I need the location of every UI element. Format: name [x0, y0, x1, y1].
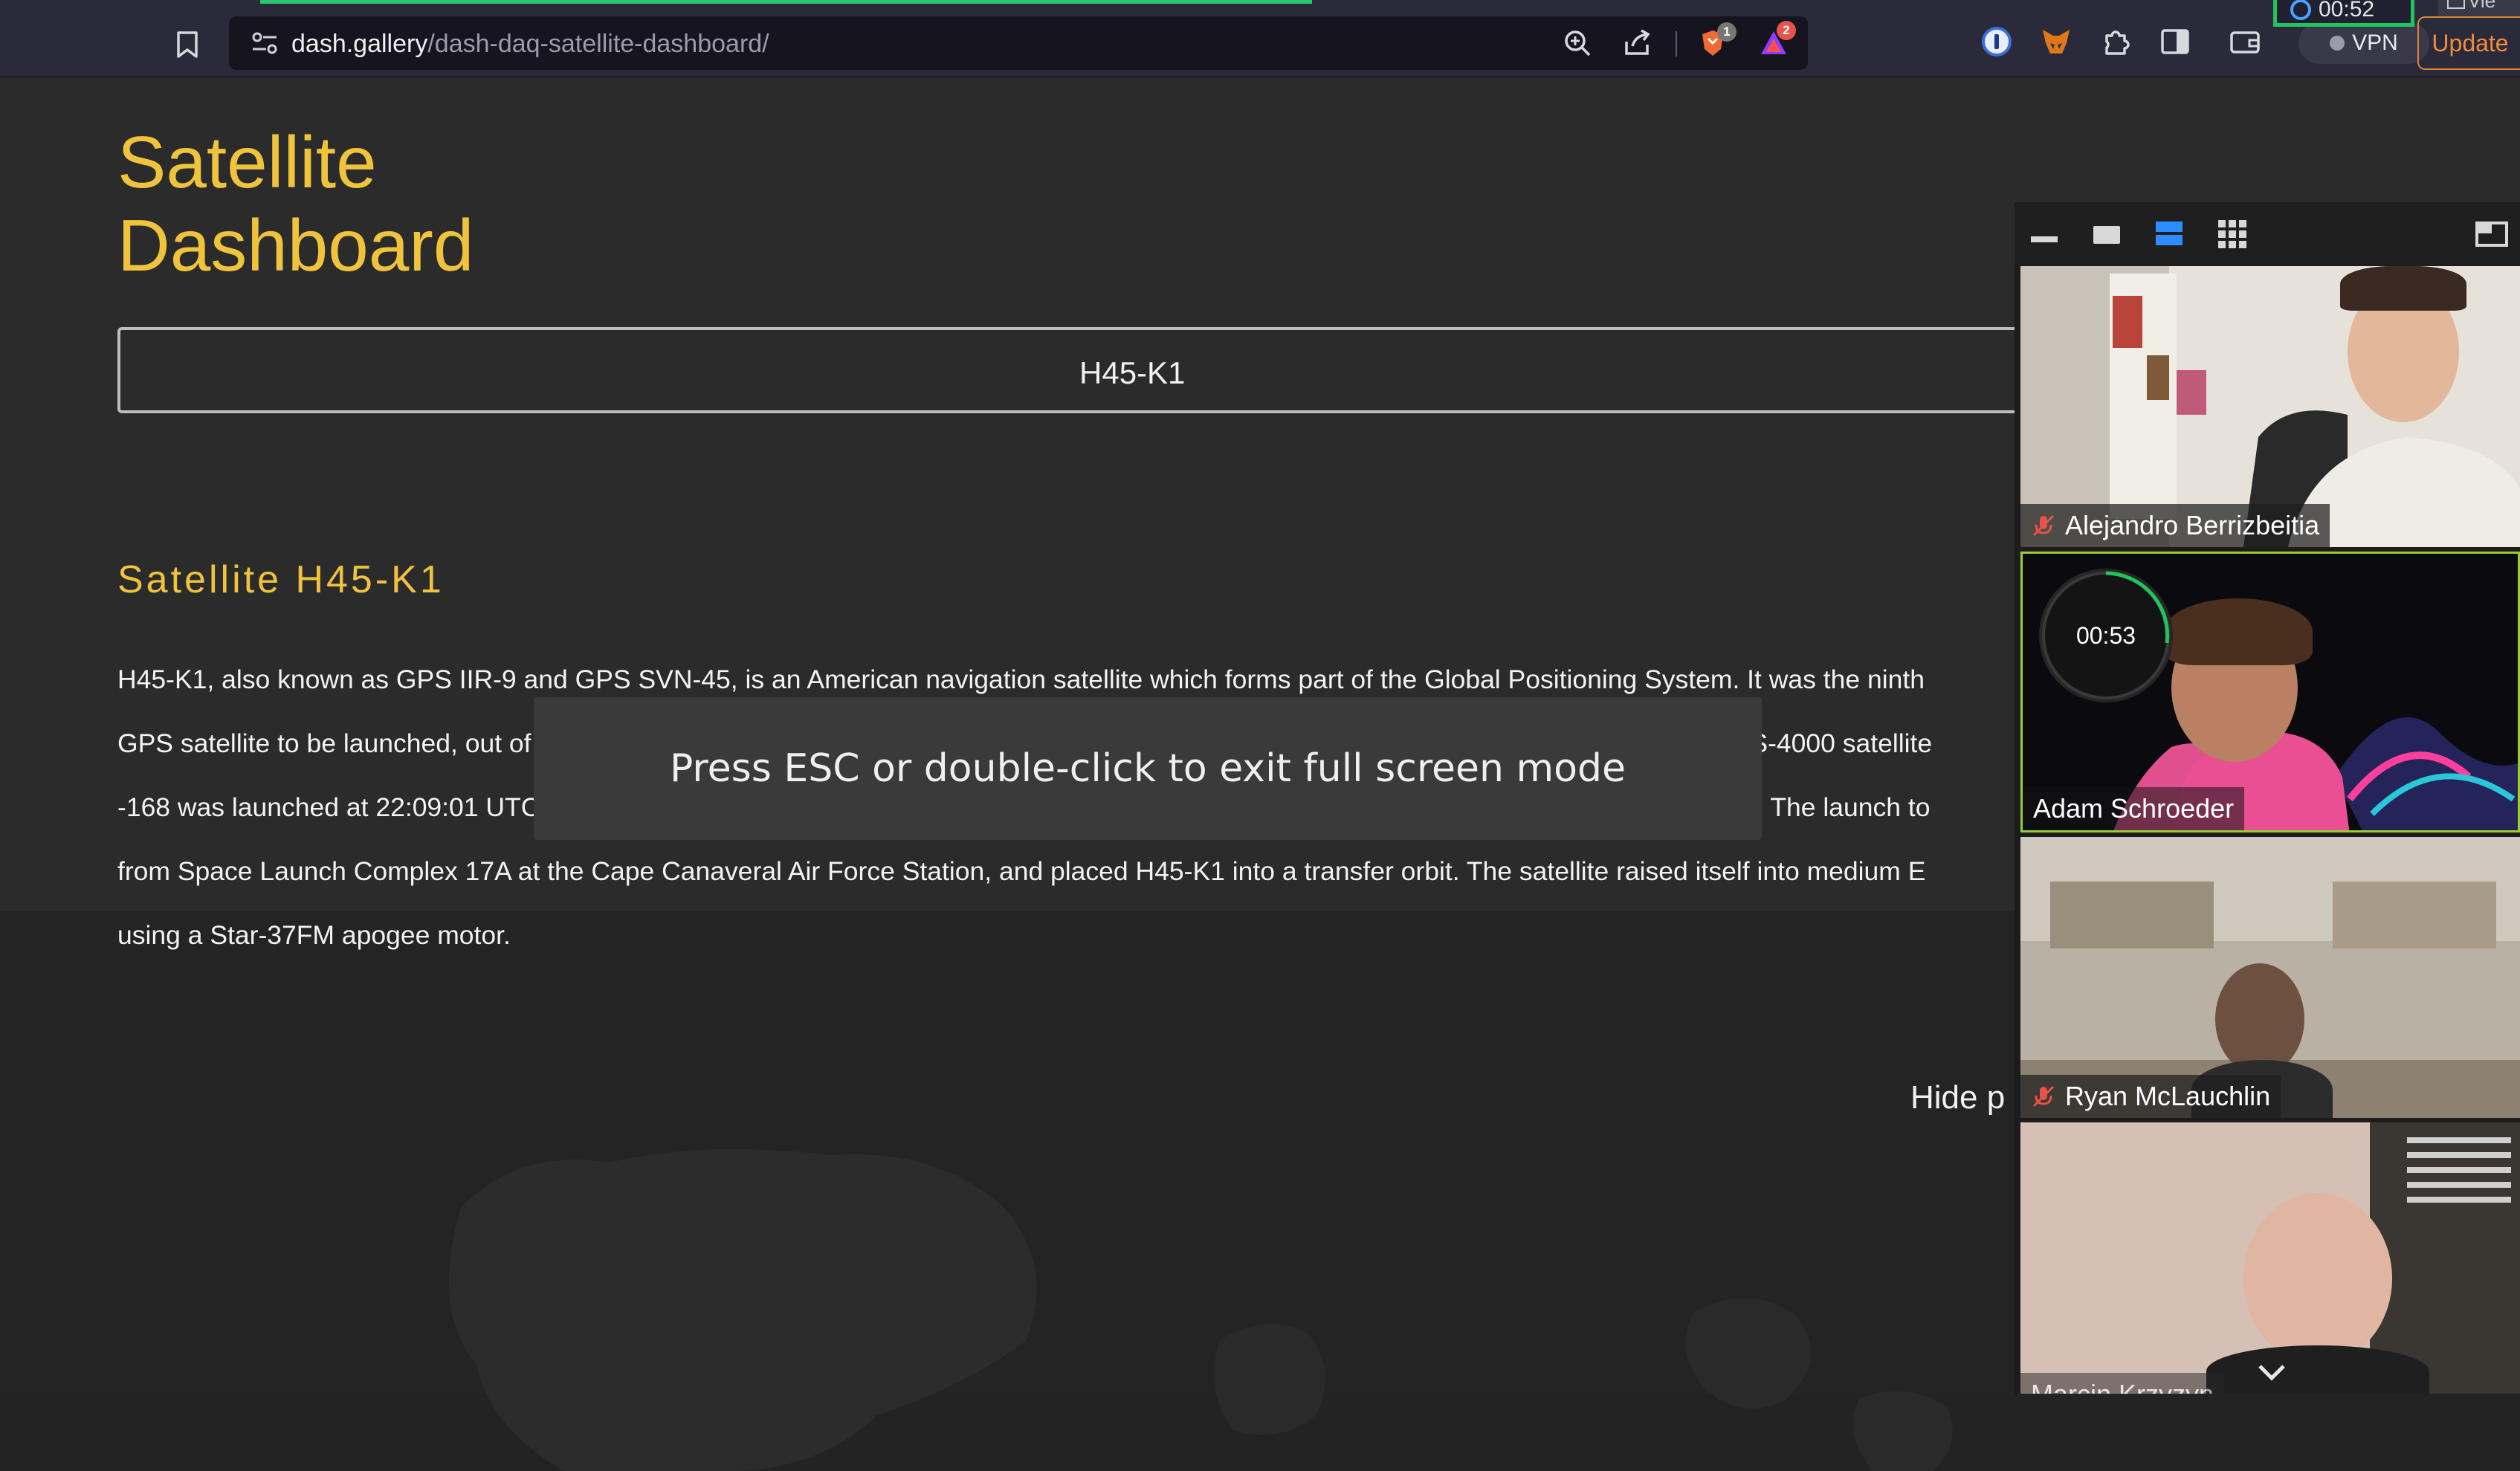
participant-name-label: Ryan McLauchlin — [2020, 1075, 2281, 1118]
participant-name: Ryan McLauchlin — [2065, 1081, 2271, 1111]
participant-name-label: Alejandro Berrizbeitia — [2020, 504, 2330, 547]
participant-tile[interactable]: Ryan McLauchlin — [2020, 837, 2520, 1118]
satellite-dropdown-value: H45-K1 — [1079, 355, 1186, 390]
divider — [1676, 31, 1677, 56]
view-tab[interactable]: Vie — [2438, 0, 2520, 16]
recording-timer[interactable]: 00:52 — [2273, 0, 2414, 27]
participant-name: Marcin Krzyzyn — [2031, 1379, 2214, 1394]
recording-timer-text: 00:52 — [2319, 0, 2375, 22]
participant-name: Adam Schroeder — [2033, 793, 2235, 824]
fullscreen-notice: Press ESC or double-click to exit full s… — [534, 697, 1762, 840]
participant-hair — [2164, 598, 2313, 665]
wallet-icon[interactable] — [2229, 25, 2261, 58]
call-timer-text: 00:53 — [2075, 621, 2136, 649]
video-call-panel: Alejandro Berrizbeitia 00:53 Adam Schroe… — [2015, 202, 2520, 1394]
world-map — [449, 1149, 1953, 1471]
share-icon[interactable] — [1622, 28, 1652, 58]
participant-tile[interactable]: Marcin Krzyzyn — [2020, 1122, 2520, 1394]
vpn-status-icon — [2330, 36, 2345, 51]
zoom-icon[interactable] — [1563, 28, 1592, 58]
participant-tile[interactable]: Alejandro Berrizbeitia — [2020, 266, 2520, 547]
address-bar[interactable]: dash.gallery/dash-daq-satellite-dashboar… — [229, 16, 1808, 70]
page-title-line-1: Satellite — [117, 121, 377, 203]
recording-icon — [2290, 0, 2311, 20]
grid-view-icon[interactable] — [2214, 216, 2252, 254]
sidebar-toggle-icon[interactable] — [2159, 25, 2191, 58]
url-host: dash.gallery — [291, 30, 428, 58]
metamask-fox-icon[interactable] — [2040, 25, 2072, 58]
call-view-toolbar — [2015, 202, 2520, 265]
page-title-line-2: Dashboard — [117, 204, 474, 286]
browser-toolbar: dash.gallery/dash-daq-satellite-dashboar… — [0, 0, 2520, 77]
url-path: /dash-daq-satellite-dashboard/ — [427, 30, 769, 58]
description-line: from Space Launch Complex 17A at the Cap… — [117, 856, 1926, 886]
stacked-view-icon[interactable] — [2151, 216, 2190, 254]
vpn-button[interactable]: VPN — [2298, 22, 2429, 64]
call-timer: 00:53 — [2039, 569, 2173, 702]
satellite-heading: Satellite H45-K1 — [117, 558, 445, 601]
participant-name: Alejandro Berrizbeitia — [2065, 510, 2320, 540]
hide-panel-link[interactable]: Hide p — [1910, 1079, 2005, 1116]
participant-name-label: Marcin Krzyzyn — [2020, 1373, 2225, 1394]
rewards-count-badge: 2 — [1777, 21, 1796, 40]
description-line: using a Star-37FM apogee motor. — [117, 920, 511, 950]
page-title: Satellite Dashboard — [117, 120, 474, 287]
pop-out-view-icon[interactable] — [2472, 216, 2511, 254]
password-manager-icon[interactable] — [1980, 25, 2013, 58]
participant-face — [2215, 963, 2304, 1075]
minimize-view-icon[interactable] — [2026, 216, 2065, 254]
page-loading-bar — [260, 0, 1312, 4]
participant-face — [2243, 1193, 2392, 1364]
satellite-dropdown[interactable]: H45-K1 — [117, 327, 2154, 413]
description-line: H45-K1, also known as GPS IIR-9 and GPS … — [117, 665, 1925, 694]
participant-shoulders — [2206, 1345, 2429, 1394]
speaker-view-icon[interactable] — [2089, 216, 2128, 254]
chevron-down-icon[interactable] — [2252, 1357, 2291, 1387]
muted-mic-icon — [2032, 514, 2055, 537]
muted-mic-icon — [2032, 1085, 2055, 1108]
vpn-label: VPN — [2352, 30, 2398, 55]
extensions-puzzle-icon[interactable] — [2099, 25, 2132, 58]
bookmark-icon[interactable] — [169, 27, 205, 62]
update-button[interactable]: Update — [2417, 16, 2520, 70]
participant-hair — [2340, 266, 2466, 311]
site-settings-icon[interactable] — [250, 30, 280, 56]
participant-name-label: Adam Schroeder — [2023, 787, 2245, 830]
participant-tile-active-speaker[interactable]: 00:53 Adam Schroeder — [2020, 552, 2520, 833]
shield-count-badge: 1 — [1717, 22, 1736, 42]
url-text[interactable]: dash.gallery/dash-daq-satellite-dashboar… — [291, 30, 769, 59]
